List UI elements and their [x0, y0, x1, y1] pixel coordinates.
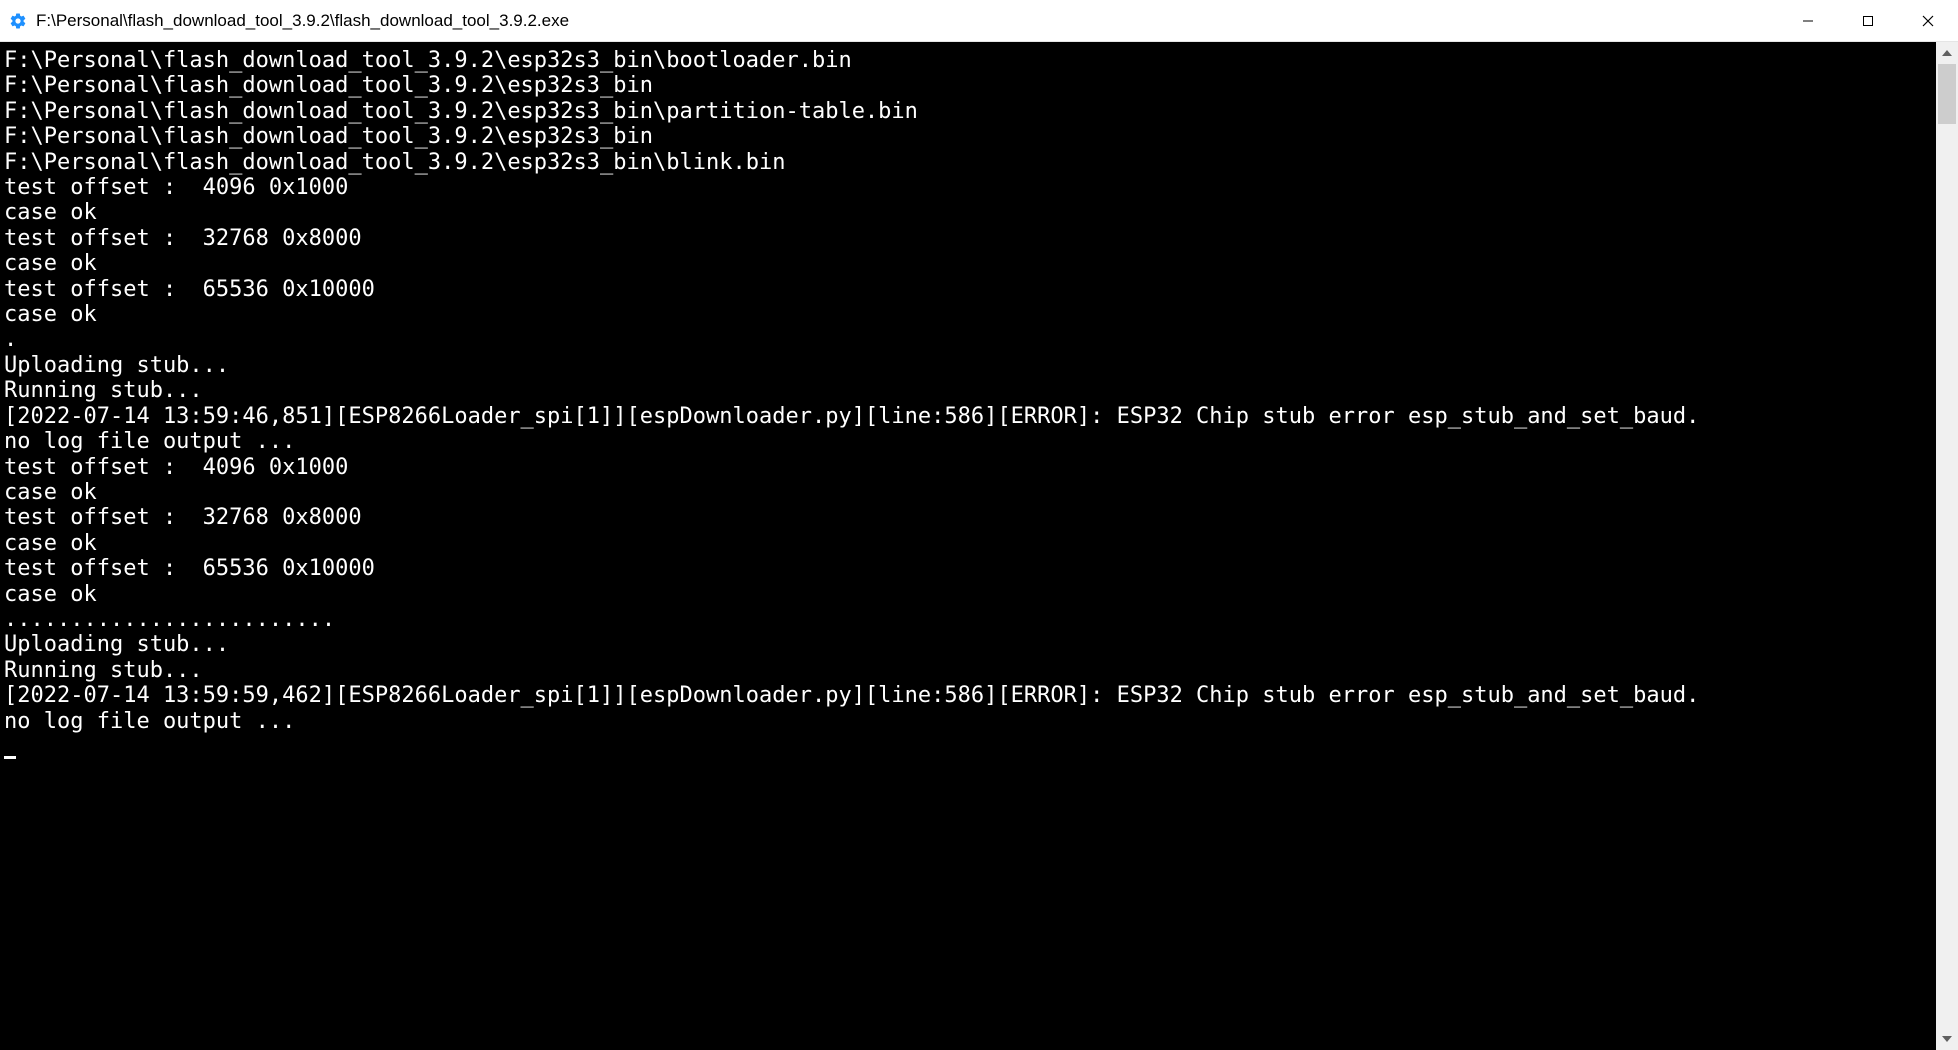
app-icon [8, 11, 28, 31]
window-controls [1778, 0, 1958, 41]
content-area: F:\Personal\flash_download_tool_3.9.2\es… [0, 42, 1958, 1050]
cursor [4, 756, 16, 759]
console-text: F:\Personal\flash_download_tool_3.9.2\es… [4, 48, 1699, 734]
vertical-scrollbar[interactable] [1936, 42, 1958, 1050]
scroll-up-arrow[interactable] [1936, 42, 1958, 64]
scroll-down-arrow[interactable] [1936, 1028, 1958, 1050]
scroll-thumb[interactable] [1938, 64, 1956, 124]
scroll-track[interactable] [1936, 64, 1958, 1028]
maximize-button[interactable] [1838, 0, 1898, 41]
window-title: F:\Personal\flash_download_tool_3.9.2\fl… [36, 11, 1778, 31]
close-button[interactable] [1898, 0, 1958, 41]
minimize-button[interactable] [1778, 0, 1838, 41]
console-output[interactable]: F:\Personal\flash_download_tool_3.9.2\es… [0, 42, 1936, 1050]
titlebar: F:\Personal\flash_download_tool_3.9.2\fl… [0, 0, 1958, 42]
